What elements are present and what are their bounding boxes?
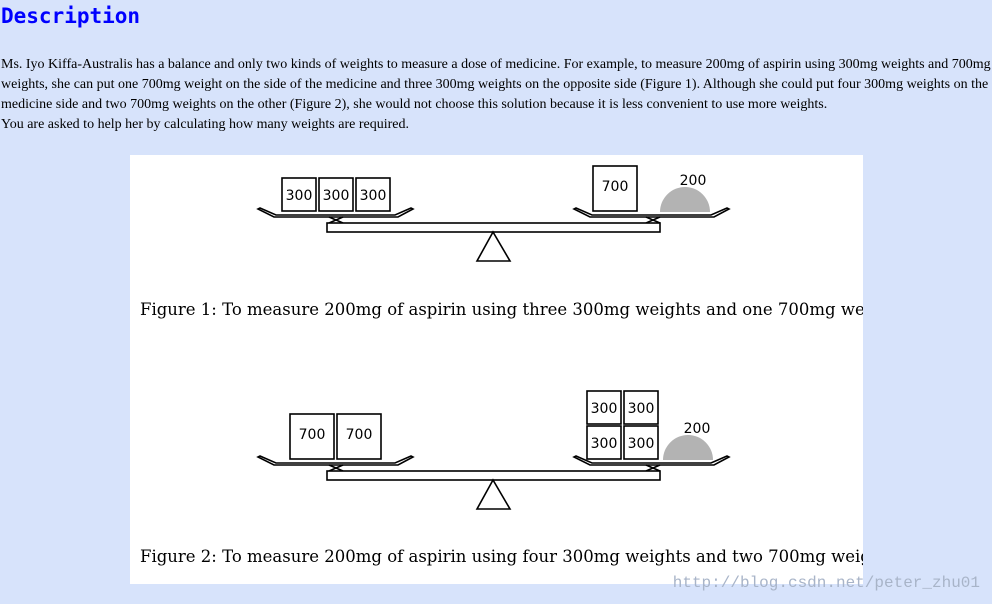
- weight-label: 300: [323, 188, 350, 204]
- fulcrum: [475, 230, 512, 262]
- medicine: [663, 435, 713, 460]
- fulcrum: [475, 478, 512, 510]
- weight-label: 700: [299, 427, 326, 443]
- beam: [326, 470, 661, 481]
- figure-2: 700 700 300 300 300 300 200 Figure 2: To…: [140, 390, 863, 566]
- weight-label: 300: [286, 188, 313, 204]
- paragraph: You are asked to help her by calculating…: [1, 117, 409, 132]
- weight-label: 300: [591, 436, 618, 452]
- weight-label: 300: [628, 436, 655, 452]
- figure-1: 300 300 300 700 200 Figure 1: To measure…: [140, 165, 863, 319]
- figure-caption: Figure 2: To measure 200mg of aspirin us…: [140, 547, 863, 566]
- medicine-label: 200: [684, 421, 711, 437]
- figure-image: 300 300 300 700 200 Figure 1: To measure…: [130, 155, 863, 584]
- description-text: Ms. Iyo Kiffa-Australis has a balance an…: [1, 55, 991, 135]
- left-pan: [256, 455, 415, 466]
- watermark: http://blog.csdn.net/peter_zhu01: [672, 574, 980, 592]
- pan-joint: [328, 464, 661, 472]
- weight-label: 300: [360, 188, 387, 204]
- figure-caption: Figure 1: To measure 200mg of aspirin us…: [140, 300, 863, 319]
- medicine: [660, 187, 710, 212]
- weight-label: 300: [628, 401, 655, 417]
- pan-joint: [328, 216, 661, 224]
- section-title: Description: [1, 4, 141, 28]
- medicine-label: 200: [680, 173, 707, 189]
- beam: [326, 222, 661, 233]
- weight-label: 300: [591, 401, 618, 417]
- weight-label: 700: [346, 427, 373, 443]
- paragraph: Ms. Iyo Kiffa-Australis has a balance an…: [1, 57, 991, 112]
- weight-label: 700: [602, 179, 629, 195]
